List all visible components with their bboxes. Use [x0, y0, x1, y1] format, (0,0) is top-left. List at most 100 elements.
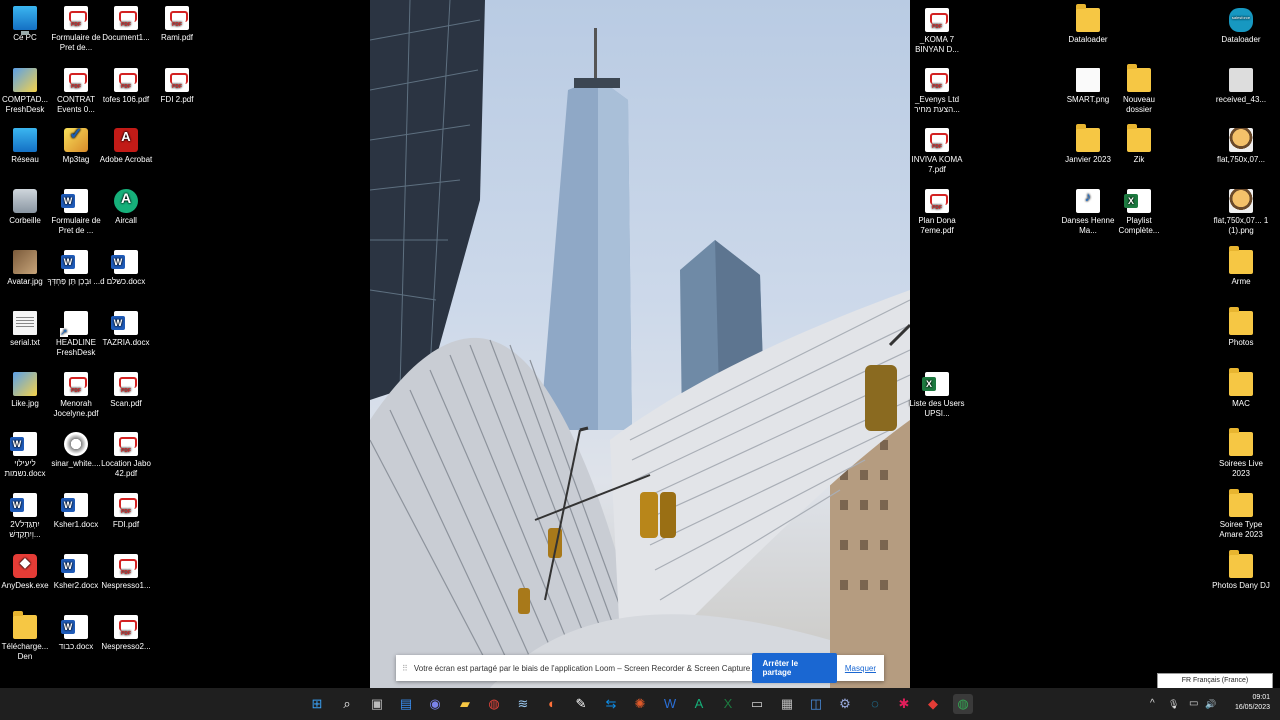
slack-icon[interactable]: ✱	[894, 694, 914, 714]
desktop-icon[interactable]: 2Vיִתְגַּדַּל וְיִתְקַדַּשׁ...	[0, 489, 54, 549]
desktop-icon[interactable]: FDI.pdf	[97, 489, 155, 549]
desktop-icon[interactable]: ליעילוי נשמות.docx	[0, 428, 54, 488]
desktop-icon[interactable]: Soirees Live 2023	[1212, 428, 1270, 488]
terminal-icon[interactable]: ▭	[747, 694, 767, 714]
desktop-icon[interactable]: Aircall	[97, 185, 155, 245]
desktop-icon[interactable]: Photos Dany DJ	[1212, 550, 1270, 610]
desktop-icon[interactable]: Document1...	[97, 2, 155, 62]
notepad-icon[interactable]: ✎	[571, 694, 591, 714]
speaker-icon[interactable]: 🔊	[1205, 688, 1216, 720]
desktop-icon[interactable]: Location Jabo 42.pdf	[97, 428, 155, 488]
taskbar-glyph: A	[694, 696, 704, 711]
image-icon	[1229, 189, 1253, 213]
hide-link[interactable]: Masquer	[845, 664, 876, 673]
taskbar-glyph: ⊞	[311, 696, 323, 711]
desktop-icon[interactable]: Plan Dona 7eme.pdf	[908, 185, 966, 245]
desktop-icon[interactable]: Photos	[1212, 307, 1270, 367]
desktop-icon[interactable]: Soiree Type Amare 2023	[1212, 489, 1270, 549]
widgets-icon[interactable]: ▤	[396, 694, 416, 714]
desktop-icon[interactable]: Rami.pdf	[148, 2, 206, 62]
drag-handle-icon[interactable]: ⠿	[402, 664, 408, 673]
desktop-icon[interactable]: COMPTAD... FreshDesk	[0, 64, 54, 124]
remote-desktop-icon[interactable]: ◫	[806, 694, 826, 714]
settings-app-icon[interactable]: ✺	[630, 694, 650, 714]
desktop-icon-label: Photos	[1228, 338, 1254, 347]
chrome-active-icon[interactable]: ◍	[953, 694, 973, 714]
desktop-icon[interactable]: Nespresso2...	[97, 611, 155, 671]
desktop-icon[interactable]: serial.txt	[0, 307, 54, 367]
desktop-icon[interactable]: INVIVA KOMA 7.pdf	[908, 124, 966, 184]
display-icon[interactable]: ▭	[1189, 688, 1198, 720]
edge-icon[interactable]: ◌	[865, 694, 885, 714]
desktop-icon[interactable]: Like.jpg	[0, 368, 54, 428]
desktop-icon[interactable]: Nespresso1...	[97, 550, 155, 610]
teamviewer-icon[interactable]: ⇆	[601, 694, 621, 714]
search-icon[interactable]: ⌕	[337, 694, 357, 714]
anydesk-taskbar-icon[interactable]: ◆	[923, 694, 943, 714]
control-panel-icon[interactable]: ⚙	[835, 694, 855, 714]
desktop-icon-label: Playlist Complète...	[1118, 216, 1160, 235]
desktop-icon[interactable]: AnyDesk.exe	[0, 550, 54, 610]
microphone-icon[interactable]: 🎙	[1168, 688, 1179, 720]
desktop-icon[interactable]: FDI 2.pdf	[148, 64, 206, 124]
desktop-icon[interactable]: Zik	[1110, 124, 1168, 184]
desktop-icon-label: Aircall	[115, 216, 137, 225]
desktop-icon[interactable]: Dataloader	[1212, 4, 1270, 64]
desktop-icon-label: flat,750x,07... 1 (1).png	[1213, 216, 1269, 235]
tray-overflow-chevron-icon[interactable]: ^	[1150, 688, 1155, 720]
desktop-icon[interactable]: Arme	[1212, 246, 1270, 306]
desktop-icon[interactable]: Dataloader	[1059, 4, 1117, 64]
firefox-icon[interactable]: ◐	[542, 694, 562, 714]
desktop-icon[interactable]: MAC	[1212, 368, 1270, 428]
taskbar-glyph: W	[663, 696, 677, 711]
desktop-icon[interactable]: Télécharge... Den	[0, 611, 54, 671]
file-explorer-icon[interactable]: ▰	[455, 694, 475, 714]
desktop-icon[interactable]: Corbeille	[0, 185, 54, 245]
desktop-icon[interactable]: received_43...	[1212, 64, 1270, 124]
aircall-taskbar-icon[interactable]: A	[689, 694, 709, 714]
taskbar-glyph: ◌	[871, 696, 879, 711]
chrome-icon[interactable]: ◍	[484, 694, 504, 714]
desktop-icon-label: Rami.pdf	[160, 33, 193, 42]
taskbar-glyph: ◍	[488, 696, 500, 711]
desktop-icon[interactable]: tofes 106.pdf	[97, 64, 155, 124]
desktop-icon[interactable]: flat,750x,07... 1 (1).png	[1212, 185, 1270, 245]
desktop-icon[interactable]: _KOMA 7 BINYAN D...	[908, 4, 966, 64]
desktop-icon[interactable]: Réseau	[0, 124, 54, 184]
teams-chat-icon[interactable]: ◉	[425, 694, 445, 714]
network-tool-icon[interactable]: ≋	[513, 694, 533, 714]
taskbar-glyph: ✺	[634, 696, 646, 711]
desktop-icon[interactable]: Janvier 2023	[1059, 124, 1117, 184]
desktop-icon[interactable]: flat,750x,07...	[1212, 124, 1270, 184]
desktop-icon-label: Danses Henne Ma...	[1061, 216, 1115, 235]
desktop-icon[interactable]: Danses Henne Ma...	[1059, 185, 1117, 245]
desktop-icon[interactable]: TAZRIA.docx	[97, 307, 155, 367]
taskbar-glyph: ▦	[780, 696, 794, 711]
desktop-icon-label: SMART.png	[1066, 95, 1110, 104]
taskbar-glyph: ▤	[399, 696, 413, 711]
desktop-icon[interactable]: Playlist Complète...	[1110, 185, 1168, 245]
task-view-icon[interactable]: ▣	[367, 694, 387, 714]
desktop-icon[interactable]: Avatar.jpg	[0, 246, 54, 306]
desktop-icon[interactable]: _Evenys Ltd הצעת מחיר...	[908, 64, 966, 124]
shortcut-icon	[60, 311, 88, 337]
desktop-icon[interactable]: Scan.pdf	[97, 368, 155, 428]
desktop-icon[interactable]: Liste des Users UPSI...	[908, 368, 966, 428]
desktop-icon[interactable]: כשלם.docx	[97, 246, 155, 306]
calculator-icon[interactable]: ▦	[777, 694, 797, 714]
excel-taskbar-icon[interactable]: X	[718, 694, 738, 714]
start-button-icon[interactable]: ⊞	[307, 694, 327, 714]
system-clock[interactable]: 09:01 16/05/2023	[1235, 693, 1270, 713]
desktop-icon[interactable]: Nouveau dossier	[1110, 64, 1168, 124]
stop-sharing-button[interactable]: Arrêter le partage	[752, 653, 837, 683]
desktop-icon[interactable]: Ce PC	[0, 2, 54, 62]
desktop-icon-label: MAC	[1232, 399, 1250, 408]
folder-icon	[1229, 246, 1253, 274]
taskbar-glyph: ✎	[575, 696, 587, 711]
desktop-icon[interactable]: SMART.png	[1059, 64, 1117, 124]
desktop-icon-label: Corbeille	[9, 216, 41, 225]
word-icon	[10, 432, 37, 456]
desktop-icon[interactable]: Adobe Acrobat	[97, 124, 155, 184]
word-taskbar-icon[interactable]: W	[660, 694, 680, 714]
folder-icon	[1229, 489, 1253, 517]
